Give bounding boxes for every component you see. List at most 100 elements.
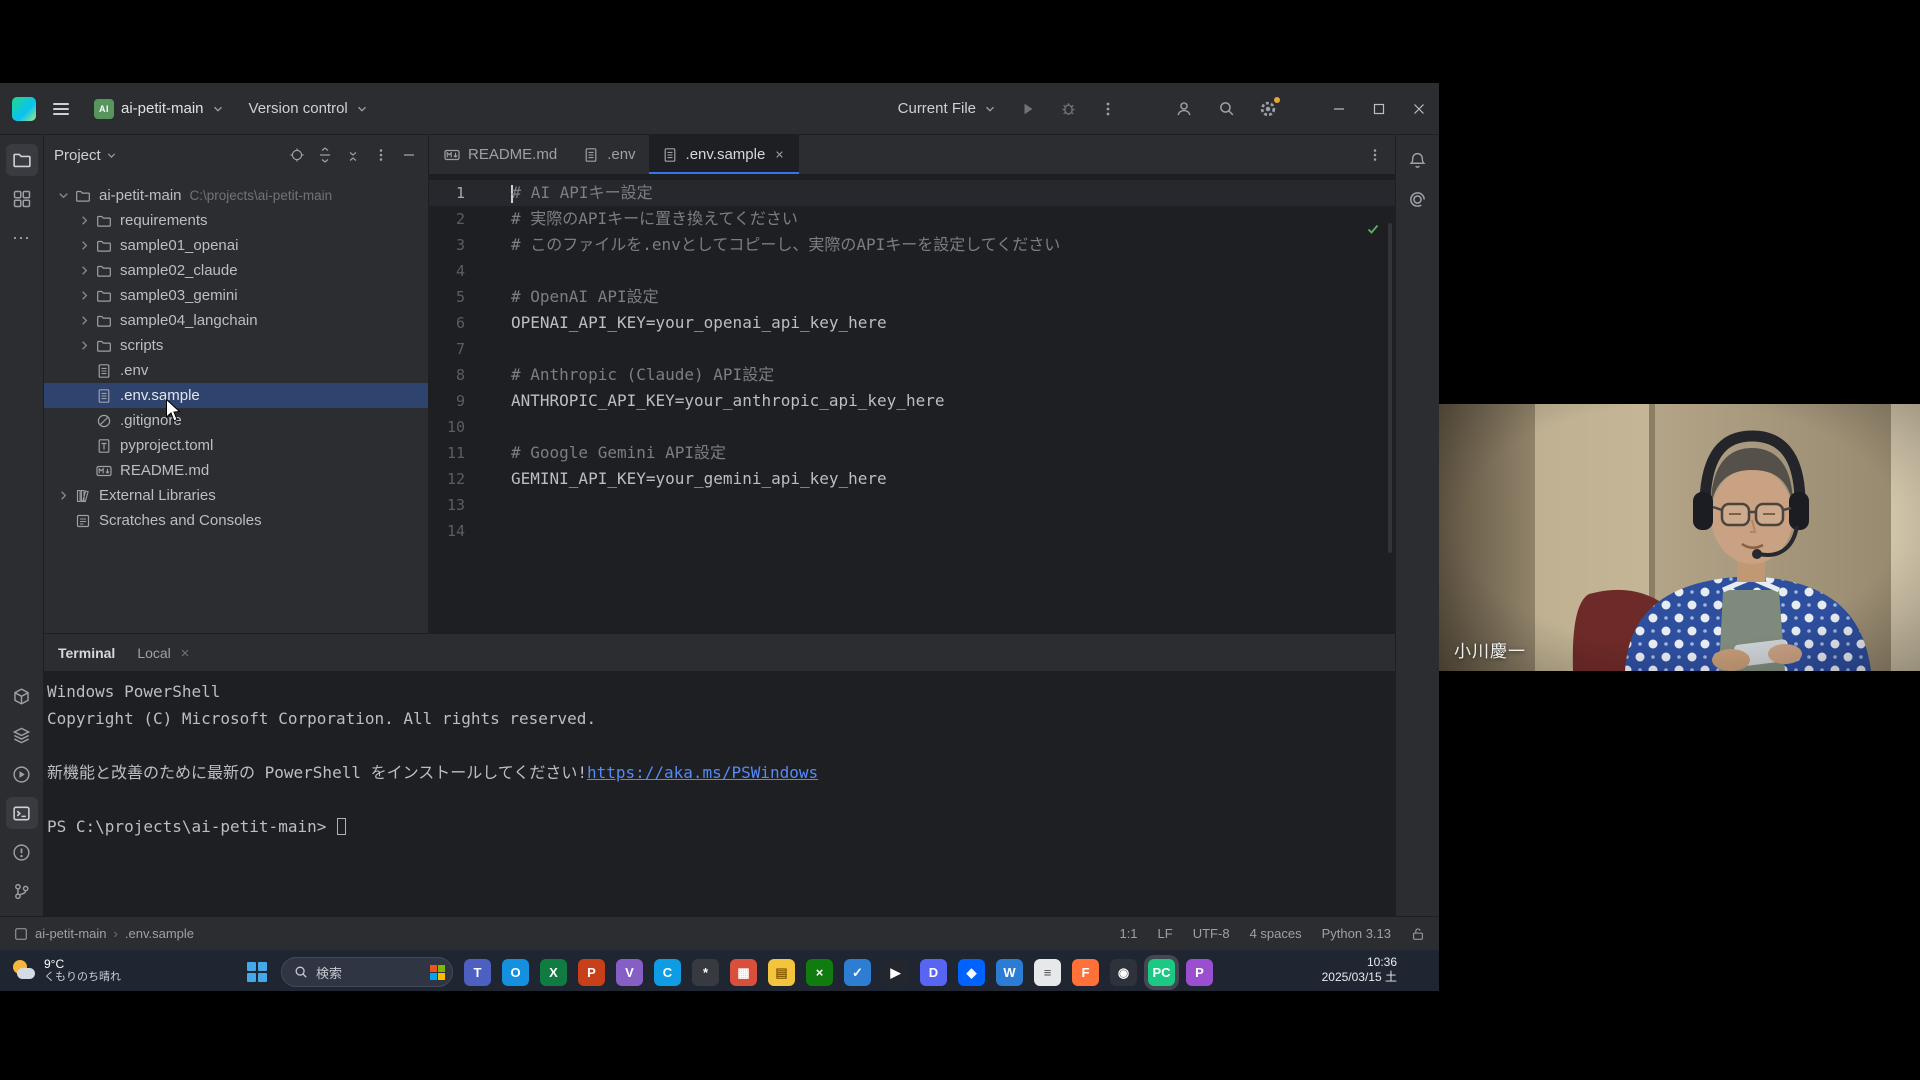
terminal-link[interactable]: https://aka.ms/PSWindows bbox=[587, 763, 818, 782]
close-icon[interactable] bbox=[179, 647, 191, 659]
weather-widget[interactable]: 9°C くもりのち晴れ bbox=[12, 954, 121, 987]
chatgpt-icon[interactable]: * bbox=[692, 959, 719, 986]
media-player-icon[interactable]: ▶ bbox=[882, 959, 909, 986]
code-line-10[interactable]: 10 bbox=[429, 414, 1395, 440]
tree-item-.env[interactable]: .env bbox=[44, 358, 428, 383]
code-line-2[interactable]: 2# 実際のAPIキーに置き換えてください bbox=[429, 206, 1395, 232]
code-line-6[interactable]: 6OPENAI_API_KEY=your_openai_api_key_here bbox=[429, 310, 1395, 336]
run-configuration-selector[interactable]: Current File bbox=[890, 92, 1005, 126]
tree-item-Scratches and Consoles[interactable]: Scratches and Consoles bbox=[44, 508, 428, 533]
search-everywhere-button[interactable] bbox=[1209, 92, 1243, 126]
code-line-3[interactable]: 3# このファイルを.envとしてコピーし、実際のAPIキーを設定してください bbox=[429, 232, 1395, 258]
code-line-5[interactable]: 5# OpenAI API設定 bbox=[429, 284, 1395, 310]
status-4-spaces[interactable]: 4 spaces bbox=[1250, 926, 1302, 941]
grid-app-icon[interactable]: ▦ bbox=[730, 959, 757, 986]
dropbox-icon[interactable]: ◆ bbox=[958, 959, 985, 986]
locate-file-button[interactable] bbox=[284, 142, 310, 168]
tree-item-External Libraries[interactable]: External Libraries bbox=[44, 483, 428, 508]
start-button[interactable] bbox=[243, 959, 270, 986]
structure-tool-button[interactable] bbox=[6, 183, 38, 215]
tree-item-pyproject.toml[interactable]: pyproject.toml bbox=[44, 433, 428, 458]
vcs-selector[interactable]: Version control bbox=[241, 92, 377, 126]
code-area[interactable]: 1# AI APIキー設定2# 実際のAPIキーに置き換えてください3# このフ… bbox=[429, 175, 1395, 633]
run-button[interactable] bbox=[1011, 92, 1045, 126]
taskbar-search[interactable]: 検索 bbox=[281, 957, 453, 987]
maximize-button[interactable] bbox=[1359, 83, 1399, 135]
terminal-tab-local[interactable]: Local bbox=[133, 634, 194, 671]
version-control-tool-button[interactable] bbox=[6, 875, 38, 907]
project-panel-title[interactable]: Project bbox=[54, 147, 101, 164]
breadcrumb-file[interactable]: .env.sample bbox=[125, 926, 194, 941]
chevron-right-icon[interactable] bbox=[75, 238, 94, 253]
readonly-lock-icon[interactable] bbox=[1411, 927, 1425, 941]
breadcrumb-project[interactable]: ai-petit-main bbox=[35, 926, 107, 941]
chevron-right-icon[interactable] bbox=[75, 338, 94, 353]
capture-app-icon[interactable]: ◉ bbox=[1110, 959, 1137, 986]
tree-item-README.md[interactable]: README.md bbox=[44, 458, 428, 483]
settings-button[interactable] bbox=[1251, 92, 1285, 126]
editor-tab-.env[interactable]: .env bbox=[570, 135, 648, 174]
code-line-13[interactable]: 13 bbox=[429, 492, 1395, 518]
code-line-12[interactable]: 12GEMINI_API_KEY=your_gemini_api_key_her… bbox=[429, 466, 1395, 492]
close-icon[interactable] bbox=[773, 148, 786, 161]
purple-app-icon[interactable]: P bbox=[1186, 959, 1213, 986]
teams-icon[interactable]: T bbox=[464, 959, 491, 986]
terminal-tool-button[interactable] bbox=[6, 797, 38, 829]
tree-item-.env.sample[interactable]: .env.sample bbox=[44, 383, 428, 408]
status-lf[interactable]: LF bbox=[1158, 926, 1173, 941]
chevron-right-icon[interactable] bbox=[75, 213, 94, 228]
chevron-right-icon[interactable] bbox=[54, 488, 73, 503]
editor-tab-README.md[interactable]: README.md bbox=[431, 135, 570, 174]
project-tool-button[interactable] bbox=[6, 144, 38, 176]
status-utf-8[interactable]: UTF-8 bbox=[1193, 926, 1230, 941]
taskbar-clock[interactable]: 10:36 2025/03/15 土 bbox=[1322, 955, 1397, 985]
status-breadcrumb[interactable]: ai-petit-main › .env.sample bbox=[14, 926, 194, 941]
tree-item-sample04_langchain[interactable]: sample04_langchain bbox=[44, 308, 428, 333]
chevron-right-icon[interactable] bbox=[75, 263, 94, 278]
xbox-icon[interactable]: × bbox=[806, 959, 833, 986]
chevron-right-icon[interactable] bbox=[75, 313, 94, 328]
code-line-14[interactable]: 14 bbox=[429, 518, 1395, 544]
notepad-icon[interactable]: ≡ bbox=[1034, 959, 1061, 986]
tree-item-.gitignore[interactable]: .gitignore bbox=[44, 408, 428, 433]
run-tool-button[interactable] bbox=[6, 758, 38, 790]
code-line-1[interactable]: 1# AI APIキー設定 bbox=[429, 180, 1395, 206]
problems-tool-button[interactable] bbox=[6, 836, 38, 868]
more-actions-button[interactable] bbox=[1091, 92, 1125, 126]
firefox-icon[interactable]: F bbox=[1072, 959, 1099, 986]
discord-icon[interactable]: D bbox=[920, 959, 947, 986]
status-python-3-13[interactable]: Python 3.13 bbox=[1322, 926, 1391, 941]
expand-all-button[interactable] bbox=[312, 142, 338, 168]
file-explorer-icon[interactable]: ▤ bbox=[768, 959, 795, 986]
code-line-4[interactable]: 4 bbox=[429, 258, 1395, 284]
code-line-9[interactable]: 9ANTHROPIC_API_KEY=your_anthropic_api_ke… bbox=[429, 388, 1395, 414]
tab-list-options-button[interactable] bbox=[1367, 147, 1383, 163]
outlook-icon[interactable]: O bbox=[502, 959, 529, 986]
project-selector[interactable]: AI ai-petit-main bbox=[86, 92, 233, 126]
code-line-11[interactable]: 11# Google Gemini API設定 bbox=[429, 440, 1395, 466]
collapse-all-button[interactable] bbox=[340, 142, 366, 168]
code-line-8[interactable]: 8# Anthropic (Claude) API設定 bbox=[429, 362, 1395, 388]
terminal-output[interactable]: Windows PowerShellCopyright (C) Microsof… bbox=[44, 672, 1395, 916]
todo-check-icon[interactable]: ✓ bbox=[844, 959, 871, 986]
editor-scrollbar[interactable] bbox=[1388, 223, 1392, 553]
powerpoint-icon[interactable]: P bbox=[578, 959, 605, 986]
visual-studio-icon[interactable]: V bbox=[616, 959, 643, 986]
minimize-button[interactable] bbox=[1319, 83, 1359, 135]
pycharm-icon[interactable]: PC bbox=[1148, 959, 1175, 986]
tree-item-sample01_openai[interactable]: sample01_openai bbox=[44, 233, 428, 258]
more-tool-windows-button[interactable]: ⋯ bbox=[6, 222, 38, 254]
tree-item-sample03_gemini[interactable]: sample03_gemini bbox=[44, 283, 428, 308]
code-line-7[interactable]: 7 bbox=[429, 336, 1395, 362]
packages-tool-button[interactable] bbox=[6, 680, 38, 712]
close-button[interactable] bbox=[1399, 83, 1439, 135]
debug-button[interactable] bbox=[1051, 92, 1085, 126]
services-tool-button[interactable] bbox=[6, 719, 38, 751]
editor-tab-.env.sample[interactable]: .env.sample bbox=[649, 135, 800, 174]
ai-assistant-button[interactable] bbox=[1402, 183, 1434, 215]
notifications-button[interactable] bbox=[1402, 144, 1434, 176]
chevron-down-icon[interactable] bbox=[54, 188, 73, 203]
tree-item-requirements[interactable]: requirements bbox=[44, 208, 428, 233]
tree-item-ai-petit-main[interactable]: ai-petit-mainC:\projects\ai-petit-main bbox=[44, 183, 428, 208]
code-app-icon[interactable]: C bbox=[654, 959, 681, 986]
